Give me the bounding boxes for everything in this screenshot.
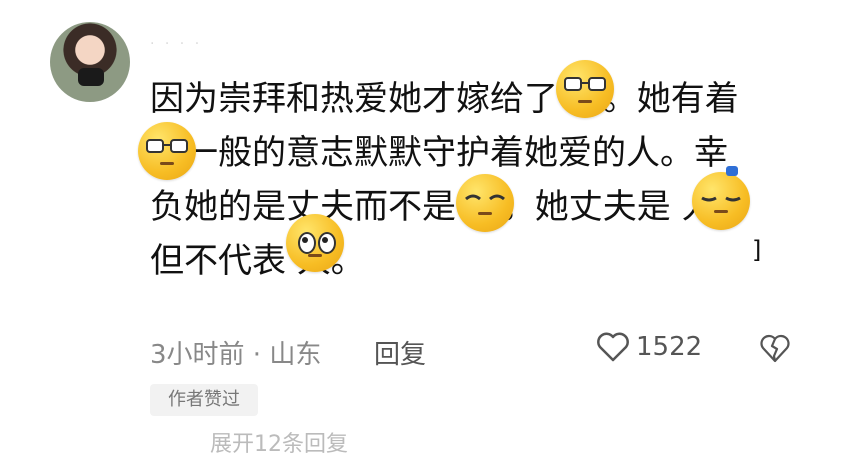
author-liked-tag: 作者赞过 [150,384,258,416]
username[interactable]: · · · · [150,36,270,52]
comment-line-4: 但不代表 人。 [150,241,365,281]
avatar[interactable] [50,22,130,102]
heart-icon [597,332,629,362]
more-replies-link[interactable]: 展开12条回复 [210,426,348,458]
rolling-eyes-emoji-icon [286,214,344,272]
glasses-emoji-icon [556,60,614,118]
sleepy-emoji-icon [692,166,750,230]
reply-button[interactable]: 回复 [374,334,426,371]
comment-footer: 3小时前 · 山东 回复 [150,334,426,371]
like-button[interactable]: 1522 [596,332,702,362]
comment-line-1: 因为崇拜和热爱她才嫁给了 人。她有着 [150,79,739,119]
like-count: 1522 [636,332,703,362]
glasses-emoji-icon [138,122,196,180]
dislike-button[interactable] [760,334,790,364]
comment-trailing-mark: ] [752,236,762,264]
smug-emoji-icon [456,174,514,232]
comment-meta: 3小时前 · 山东 [150,340,322,370]
comment-line-2: 人一般的意志默默守护着她爱的人。幸 [150,133,728,173]
avatar-mask-graphic [78,68,104,86]
broken-heart-icon [760,334,790,363]
